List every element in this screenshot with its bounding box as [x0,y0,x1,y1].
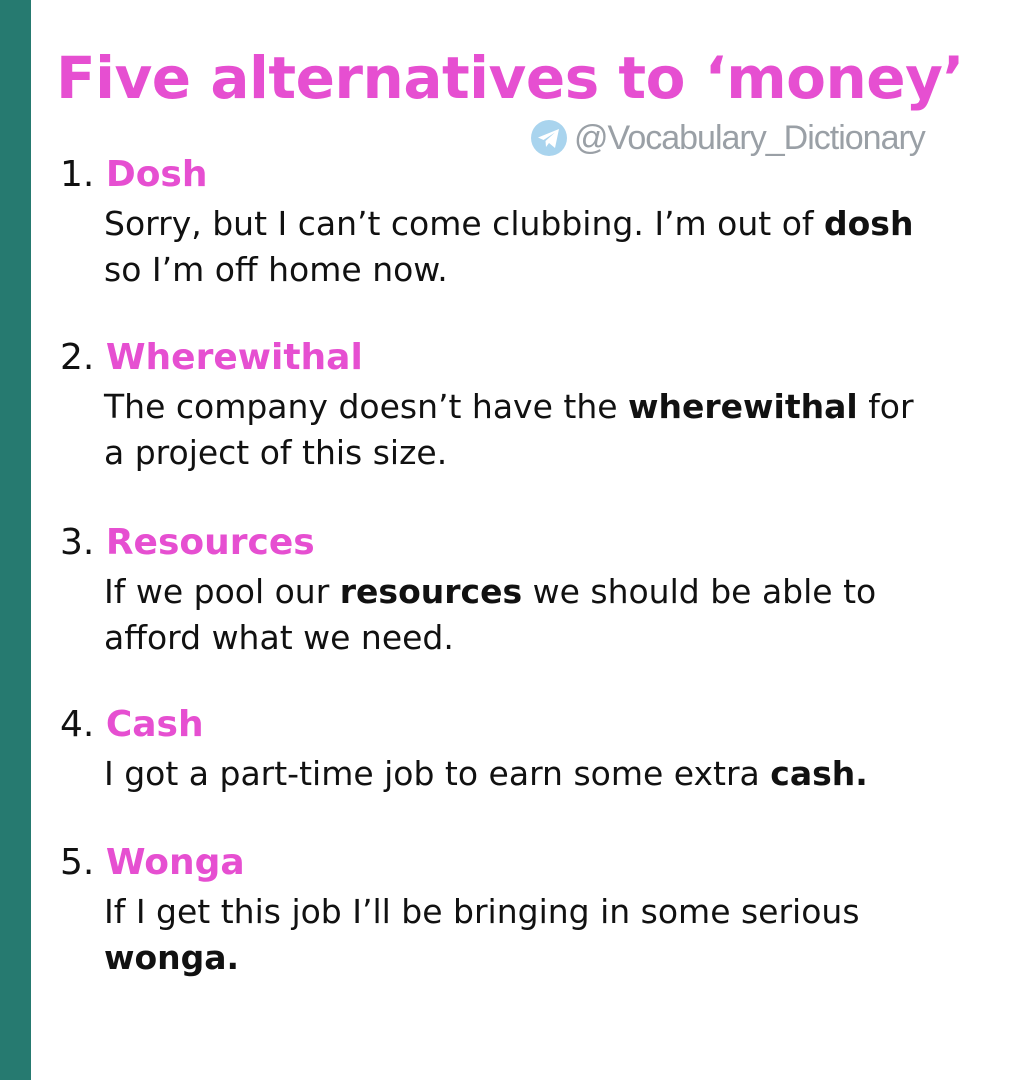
example-text: If I get this job I’ll be bringing in so… [104,892,860,931]
item-word: Wonga [105,842,245,883]
item-example: I got a part-time job to earn some extra… [104,751,868,797]
example-text: afford what we need. [104,618,454,657]
example-keyword: cash. [770,754,868,793]
example-text: a project of this size. [104,433,448,472]
example-text: Sorry, but I can’t come clubbing. I’m ou… [104,204,825,243]
list-item: 3. Resources If we pool our resources we… [60,521,876,661]
example-keyword: dosh [824,204,914,243]
item-number: 5. [60,842,95,883]
item-number: 4. [60,704,95,745]
example-line: If I get this job I’ll be bringing in so… [104,889,860,935]
item-word: Cash [105,704,204,745]
example-keyword: resources [339,572,523,611]
example-line: afford what we need. [104,615,876,661]
page-title: Five alternatives to ‘money’ [56,44,964,112]
item-heading: 2. Wherewithal [60,336,914,380]
example-text: we should be able to [522,572,877,611]
list-item: 4. Cash I got a part-time job to earn so… [60,703,868,797]
example-text: so I’m off home now. [104,250,448,289]
example-line: The company doesn’t have the wherewithal… [104,384,914,430]
example-text: for [857,387,914,426]
item-example: Sorry, but I can’t come clubbing. I’m ou… [104,201,913,293]
list-item: 5. Wonga If I get this job I’ll be bring… [60,841,860,981]
watermark-handle: @Vocabulary_Dictionary [574,118,926,157]
item-example: The company doesn’t have the wherewithal… [104,384,914,476]
list-item: 1. Dosh Sorry, but I can’t come clubbing… [60,153,913,293]
example-keyword: wonga. [104,938,240,977]
item-heading: 5. Wonga [60,841,860,885]
example-keyword: wherewithal [628,387,858,426]
list-item: 2. Wherewithal The company doesn’t have … [60,336,914,476]
item-word: Dosh [105,154,208,195]
telegram-icon [530,119,568,157]
item-heading: 3. Resources [60,521,876,565]
example-text: The company doesn’t have the [104,387,629,426]
item-number: 2. [60,337,95,378]
example-text: If we pool our [104,572,340,611]
item-word: Wherewithal [105,337,363,378]
example-line: Sorry, but I can’t come clubbing. I’m ou… [104,201,913,247]
example-line: I got a part-time job to earn some extra… [104,751,868,797]
item-number: 3. [60,522,95,563]
example-line: wonga. [104,935,860,981]
example-line: so I’m off home now. [104,247,913,293]
item-example: If I get this job I’ll be bringing in so… [104,889,860,981]
example-text: I got a part-time job to earn some extra [104,754,771,793]
side-accent-bar [0,0,31,1080]
example-line: If we pool our resources we should be ab… [104,569,876,615]
item-heading: 1. Dosh [60,153,913,197]
item-example: If we pool our resources we should be ab… [104,569,876,661]
item-word: Resources [105,522,315,563]
example-line: a project of this size. [104,430,914,476]
item-number: 1. [60,154,95,195]
item-heading: 4. Cash [60,703,868,747]
